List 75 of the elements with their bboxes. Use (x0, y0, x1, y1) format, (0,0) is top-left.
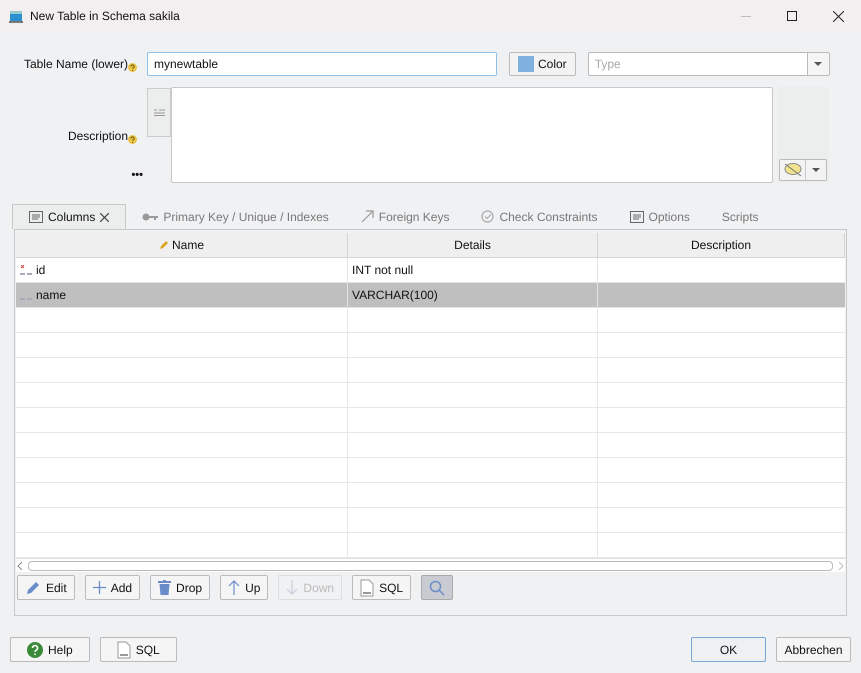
close-icon (100, 212, 110, 222)
tab[interactable]: Foreign Keys (344, 204, 466, 229)
footer-button[interactable]: SQL (100, 637, 177, 662)
toolbar-button[interactable]: Add (84, 575, 140, 600)
diagonal-arrow-icon (360, 210, 374, 223)
color-button[interactable]: Color (509, 52, 576, 76)
toolbar-button[interactable]: Up (220, 575, 268, 600)
document-icon (116, 640, 131, 658)
field-label: Description (68, 128, 128, 145)
table-cell[interactable]: name (16, 283, 348, 308)
column-header[interactable]: Name (16, 233, 348, 258)
tab[interactable]: Primary Key / Unique / Indexes (126, 204, 345, 229)
pencil-icon (158, 240, 169, 250)
table-cell[interactable]: VARCHAR(100) (348, 283, 598, 308)
key-icon (142, 212, 158, 220)
more-button[interactable]: ••• (131, 170, 143, 181)
toolbar-button[interactable]: Drop (150, 575, 210, 600)
footer-button[interactable]: Help (10, 637, 90, 662)
lines-icon (154, 109, 164, 116)
table-cell[interactable] (16, 508, 348, 533)
table-cell[interactable] (16, 483, 348, 508)
trash-icon (158, 580, 172, 595)
table-cell[interactable] (16, 433, 348, 458)
dialog-button[interactable]: OK (691, 637, 766, 662)
table-cell[interactable] (16, 408, 348, 433)
lines-icon (29, 211, 43, 223)
document-icon (360, 578, 374, 596)
pencil-icon (25, 580, 41, 596)
field-label: Table Name (lower) (24, 56, 128, 73)
up-arrow-icon (228, 580, 240, 595)
maximize-icon (787, 11, 797, 21)
dropdown-button[interactable] (808, 52, 830, 76)
search-icon (429, 580, 446, 596)
column-name: name (36, 287, 66, 304)
tab[interactable]: Check Constraints (465, 204, 614, 229)
caret-icon (814, 62, 822, 66)
column-header[interactable]: Description (598, 233, 845, 258)
close-icon (832, 10, 844, 22)
description-field[interactable] (171, 87, 773, 183)
down-arrow-icon (286, 580, 298, 595)
check-circle-icon (481, 210, 494, 223)
toolbar-button[interactable]: Edit (17, 575, 75, 600)
table-cell[interactable] (16, 333, 348, 358)
column-header[interactable]: Details (348, 233, 598, 258)
format-toggle-button[interactable] (147, 88, 171, 137)
column-name: id (36, 262, 46, 279)
table-cell[interactable]: id (16, 258, 348, 283)
plus-icon (92, 581, 106, 594)
caret-icon (812, 168, 820, 172)
not-null-column-icon (20, 265, 32, 275)
table-cell[interactable] (16, 383, 348, 408)
tab[interactable]: Options (614, 204, 706, 229)
lines-icon (630, 210, 644, 222)
table-icon (8, 8, 24, 24)
horizontal-scrollbar[interactable] (16, 558, 845, 572)
dialog-button[interactable]: Abbrechen (776, 637, 851, 662)
type-field[interactable]: Type (588, 52, 808, 76)
table-cell[interactable] (16, 308, 348, 333)
speech-bubble-icon (784, 163, 802, 177)
tab[interactable]: Scripts (706, 204, 775, 229)
window-title: New Table in Schema sakila (30, 8, 180, 25)
help-icon (27, 642, 43, 658)
table-cell[interactable] (16, 458, 348, 483)
table-cell[interactable] (16, 358, 348, 383)
tab[interactable]: Columns (12, 204, 126, 229)
table-cell[interactable] (598, 283, 845, 308)
table-name-field[interactable]: mynewtable (147, 52, 497, 76)
comment-toggle-button[interactable] (779, 159, 827, 181)
help-icon (128, 134, 137, 144)
search-button[interactable] (421, 575, 454, 600)
table-cell[interactable] (348, 308, 598, 333)
table-cell[interactable]: INT not null (348, 258, 598, 283)
toolbar-button[interactable]: SQL (352, 575, 412, 600)
scrollbar-thumb[interactable] (28, 560, 833, 570)
help-icon (128, 62, 137, 72)
